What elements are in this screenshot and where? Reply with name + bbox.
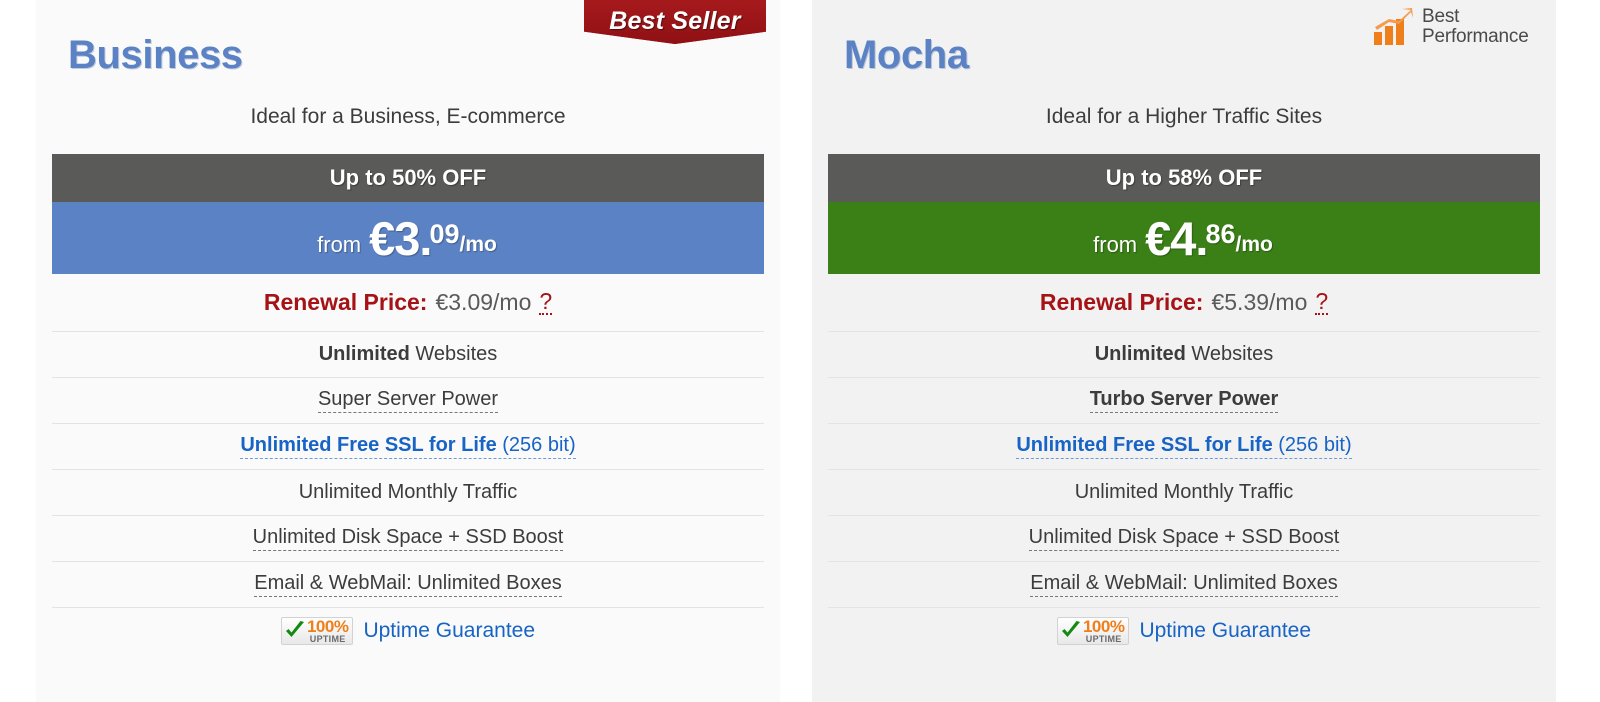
- renewal-value: €3.09/mo: [435, 289, 532, 315]
- price-bar: from €3. 09 /mo: [52, 202, 764, 274]
- feature-row: Unlimited Disk Space + SSD Boost: [52, 516, 764, 562]
- feature-row: Unlimited Free SSL for Life (256 bit): [828, 424, 1540, 470]
- price-amount: €3.: [369, 211, 432, 265]
- uptime-text-stack: 100% UPTIME: [306, 617, 349, 644]
- badge-line-1: Best: [1422, 6, 1460, 28]
- feature-rest: Websites: [409, 343, 498, 365]
- feature-row: Unlimited Disk Space + SSD Boost: [828, 516, 1540, 562]
- uptime-percent: 100%: [1082, 617, 1125, 636]
- feature-label[interactable]: Unlimited Disk Space + SSD Boost: [1028, 526, 1340, 551]
- price-bar: from €4. 86 /mo: [828, 202, 1540, 274]
- uptime-guarantee-link[interactable]: Uptime Guarantee: [363, 619, 535, 643]
- feature-label[interactable]: Email & WebMail: Unlimited Boxes: [1030, 572, 1338, 597]
- plan-subtitle: Ideal for a Business, E-commerce: [250, 105, 566, 128]
- feature-row: Turbo Server Power: [828, 378, 1540, 424]
- feature-row: Unlimited Monthly Traffic: [828, 470, 1540, 516]
- feature-row: Email & WebMail: Unlimited Boxes: [52, 562, 764, 608]
- feature-rest: (256 bit): [496, 434, 576, 456]
- renewal-label: Renewal Price:: [1039, 289, 1204, 315]
- feature-label[interactable]: Unlimited Disk Space + SSD Boost: [252, 526, 564, 551]
- feature-row: Unlimited Monthly Traffic: [52, 470, 764, 516]
- feature-rest: (256 bit): [1272, 434, 1352, 456]
- feature-row: Unlimited Websites: [52, 332, 764, 378]
- price-amount: €4.: [1145, 211, 1208, 265]
- renewal-price-row: Renewal Price: €5.39/mo ?: [828, 274, 1540, 332]
- uptime-guarantee-row: 100% UPTIME Uptime Guarantee: [52, 608, 764, 654]
- feature-label[interactable]: Super Server Power: [317, 388, 499, 413]
- checkmark-icon: [285, 621, 304, 637]
- price-from-label: from: [317, 232, 362, 257]
- price-period: /mo: [459, 233, 497, 256]
- renewal-price-row: Renewal Price: €3.09/mo ?: [52, 274, 764, 332]
- feature-strong: Unlimited Free SSL for Life: [1016, 434, 1273, 456]
- uptime-word: UPTIME: [309, 634, 346, 644]
- feature-row: Super Server Power: [52, 378, 764, 424]
- feature-strong: Unlimited: [318, 343, 410, 365]
- price-cents: 09: [429, 218, 460, 249]
- feature-label[interactable]: Turbo Server Power: [1089, 388, 1279, 413]
- uptime-guarantee-row: 100% UPTIME Uptime Guarantee: [828, 608, 1540, 654]
- price-from-label: from: [1093, 232, 1138, 257]
- uptime-text-stack: 100% UPTIME: [1082, 617, 1125, 644]
- badge-line-2: Performance: [1422, 26, 1529, 47]
- feature-row: Email & WebMail: Unlimited Boxes: [828, 562, 1540, 608]
- discount-bar: Up to 50% OFF: [52, 154, 764, 202]
- plan-subtitle: Ideal for a Higher Traffic Sites: [1045, 105, 1323, 128]
- feature-label: Unlimited Monthly Traffic: [298, 481, 518, 503]
- pricing-comparison: Best Seller Business Ideal for a Busines…: [0, 0, 1600, 702]
- feature-row: Unlimited Websites: [828, 332, 1540, 378]
- uptime-badge: 100% UPTIME: [280, 617, 354, 645]
- uptime-word: UPTIME: [1085, 634, 1122, 644]
- renewal-value: €5.39/mo: [1211, 289, 1308, 315]
- ssl-feature-link[interactable]: Unlimited Free SSL for Life (256 bit): [240, 434, 576, 459]
- bar-chart-arrow-icon: [1374, 8, 1413, 45]
- price-cents: 86: [1205, 218, 1236, 249]
- renewal-help-icon[interactable]: ?: [1315, 289, 1329, 316]
- feature-row: Unlimited Free SSL for Life (256 bit): [52, 424, 764, 470]
- best-performance-text: Best Performance: [1422, 7, 1529, 47]
- feature-label[interactable]: Email & WebMail: Unlimited Boxes: [254, 572, 562, 597]
- uptime-badge: 100% UPTIME: [1056, 617, 1130, 645]
- plan-card-mocha: Best Performance Mocha Ideal for a Highe…: [812, 0, 1556, 702]
- uptime-percent: 100%: [306, 617, 349, 636]
- feature-strong: Unlimited Free SSL for Life: [240, 434, 497, 456]
- price-period: /mo: [1235, 233, 1273, 256]
- ssl-feature-link[interactable]: Unlimited Free SSL for Life (256 bit): [1016, 434, 1352, 459]
- plan-card-business: Best Seller Business Ideal for a Busines…: [36, 0, 780, 702]
- feature-strong: Unlimited: [1094, 343, 1186, 365]
- feature-label: Unlimited Monthly Traffic: [1074, 481, 1294, 503]
- renewal-help-icon[interactable]: ?: [539, 289, 553, 316]
- uptime-guarantee-link[interactable]: Uptime Guarantee: [1139, 619, 1311, 643]
- feature-rest: Websites: [1185, 343, 1274, 365]
- renewal-label: Renewal Price:: [263, 289, 428, 315]
- best-performance-badge: Best Performance: [1358, 2, 1558, 52]
- checkmark-icon: [1061, 621, 1080, 637]
- discount-bar: Up to 58% OFF: [828, 154, 1540, 202]
